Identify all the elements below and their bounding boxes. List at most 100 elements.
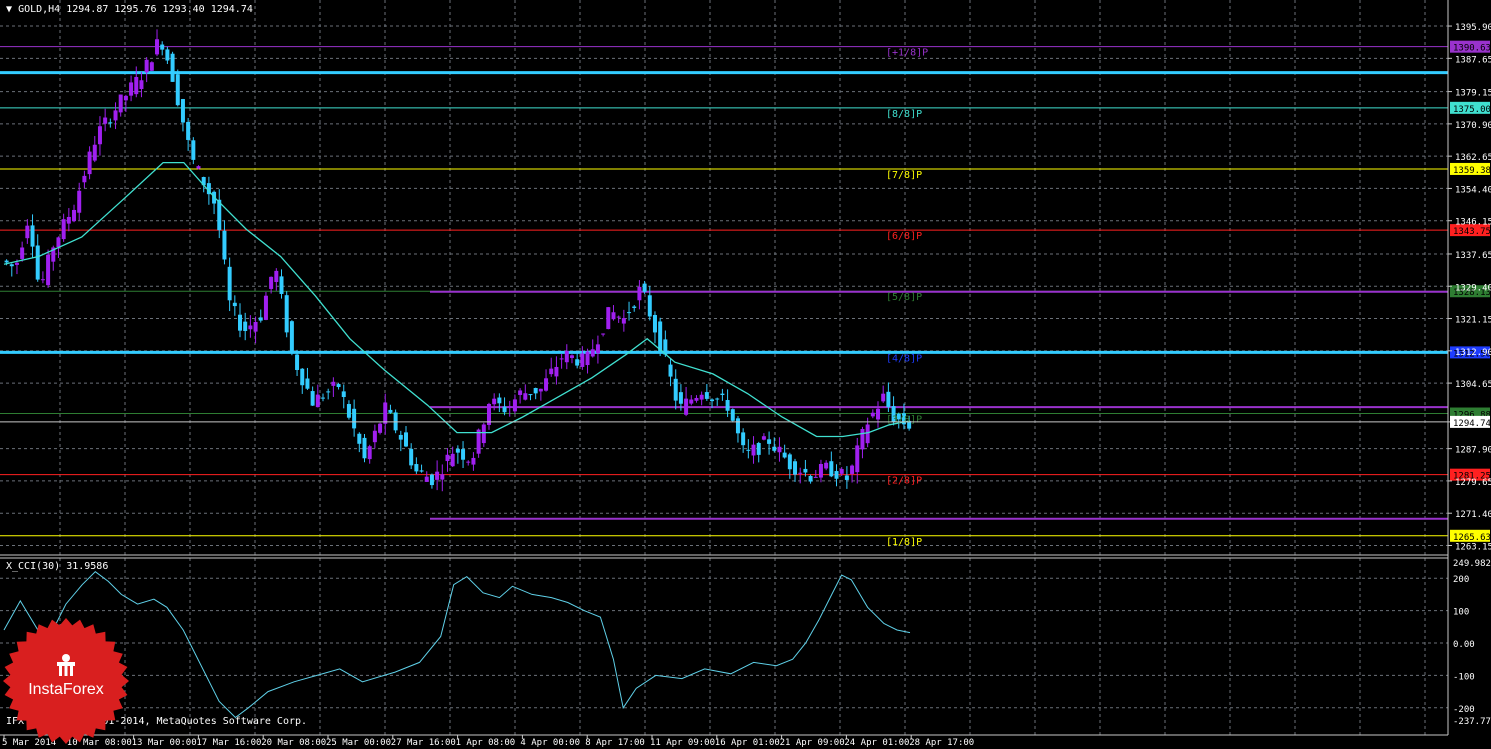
time-tick-label: 8 Apr 17:00 [585, 738, 645, 748]
candle-body [103, 117, 108, 124]
price-tick-label: 1304.65 [1455, 380, 1491, 390]
candle-body [735, 418, 740, 434]
chart-canvas[interactable]: [+1/8]P [8/8]P [7/8]P [6/8]P [5/8]P [4/8]P [3/… [0, 0, 1491, 749]
candle-body [751, 444, 756, 456]
candle-body [481, 424, 486, 444]
candle-body [134, 76, 139, 95]
level-price-label: 1265.63 [1453, 533, 1491, 543]
candle-body [518, 390, 523, 395]
time-tick-label: 17 Mar 16:00 [196, 738, 261, 748]
level-label: [2/8]P [886, 476, 922, 487]
candle-body [803, 468, 808, 473]
candle-body [336, 384, 341, 388]
level-price-label: 1390.63 [1453, 44, 1491, 54]
candle-body [14, 262, 19, 265]
candle-body [756, 442, 761, 455]
candle-body [860, 429, 865, 450]
candle-body [870, 412, 875, 417]
candle-body [321, 397, 326, 399]
candle-body [710, 399, 715, 402]
candle-body [652, 315, 657, 333]
cci-tick-label: 100 [1453, 608, 1469, 618]
candle-body [668, 364, 673, 377]
candle-body [315, 394, 320, 408]
candle-body [746, 449, 751, 451]
price-tick-label: 1379.15 [1455, 89, 1491, 99]
price-tick-label: 1395.90 [1455, 23, 1491, 33]
candle-body [595, 344, 600, 354]
cci-tick-label: -237.7724 [1453, 717, 1491, 727]
candle-body [611, 312, 616, 320]
price-tick-label: 1346.15 [1455, 218, 1491, 228]
candle-body [621, 318, 626, 324]
cci-tick-label: 0.00 [1453, 640, 1475, 650]
candle-body [144, 59, 149, 73]
candle-body [289, 321, 294, 354]
candle-body [787, 454, 792, 470]
candle-body [616, 316, 621, 318]
candle-body [346, 404, 351, 418]
candle-body [435, 471, 440, 480]
candle-body [123, 95, 128, 101]
candle-body [507, 406, 512, 408]
candle-body [466, 461, 471, 463]
candle-body [855, 445, 860, 473]
candle-body [357, 433, 362, 444]
candle-body [238, 314, 243, 331]
time-tick-label: 16 Apr 01:00 [715, 738, 780, 748]
level-label: [7/8]P [886, 170, 922, 181]
candle-body [97, 126, 102, 145]
candle-body [704, 392, 709, 399]
time-tick-label: 21 Apr 09:00 [780, 738, 845, 748]
symbol-header[interactable]: ▼ GOLD,H4 1294.87 1295.76 1293.40 1294.7… [6, 4, 253, 15]
level-price-label: 1343.75 [1453, 227, 1491, 237]
time-tick-label: 13 Mar 00:00 [132, 738, 197, 748]
candle-body [647, 295, 652, 317]
candle-body [419, 470, 424, 472]
candle-body [61, 219, 66, 240]
candle-body [4, 260, 9, 263]
candle-body [155, 39, 160, 55]
candle-body [170, 53, 175, 82]
candle-body [575, 359, 580, 366]
candle-body [222, 230, 227, 260]
candle-body [538, 388, 543, 392]
level-label: [1/8]P [886, 537, 922, 548]
triangle-down-icon[interactable]: ▼ [6, 4, 12, 15]
candle-body [544, 378, 549, 391]
candle-body [881, 393, 886, 402]
candle-body [66, 216, 71, 224]
candle-body [295, 354, 300, 370]
candle-body [824, 462, 829, 469]
cci-indicator-header: X_CCI(30) 31.9586 [6, 561, 109, 572]
candle-body [409, 448, 414, 466]
candle-body [175, 74, 180, 106]
candle-body [263, 295, 268, 320]
candle-body [362, 437, 367, 459]
candle-body [818, 463, 823, 478]
candle-body [305, 378, 310, 389]
candle-body [232, 302, 237, 307]
candle-body [367, 446, 372, 460]
candle-body [372, 430, 377, 443]
candle-body [569, 355, 574, 358]
candle-body [450, 453, 455, 467]
time-tick-label: 24 Apr 01:00 [844, 738, 909, 748]
candle-body [761, 436, 766, 440]
candle-body [326, 391, 331, 393]
candle-body [414, 464, 419, 472]
candle-body [149, 62, 154, 71]
candle-body [279, 276, 284, 294]
time-tick-label: 4 Apr 00:00 [520, 738, 580, 748]
cci-tick-label: 200 [1453, 575, 1469, 585]
candle-body [165, 49, 170, 61]
candle-body [108, 122, 113, 124]
candle-body [461, 449, 466, 460]
candle-body [269, 276, 274, 289]
candle-body [9, 264, 14, 267]
candle-body [160, 44, 165, 50]
candle-body [440, 474, 445, 480]
candle-body [300, 368, 305, 386]
candle-body [606, 307, 611, 330]
candle-body [730, 409, 735, 421]
